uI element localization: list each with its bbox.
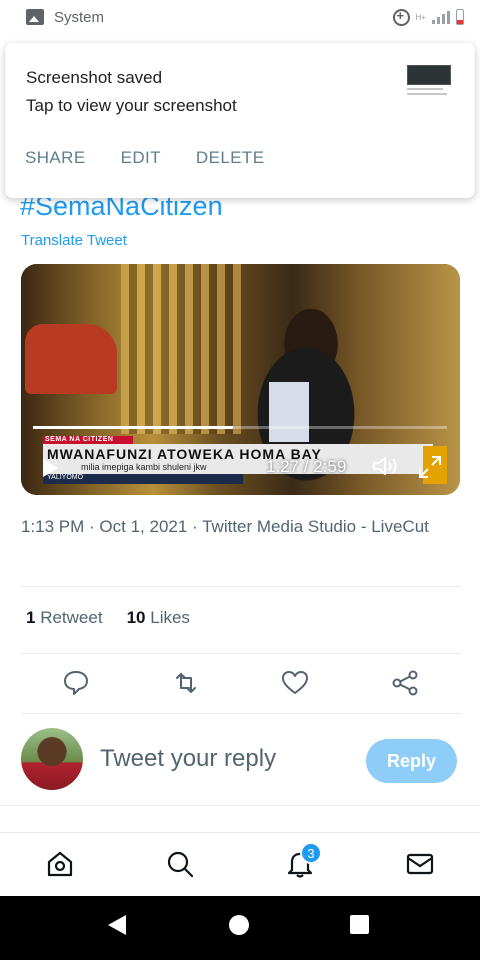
back-button[interactable] (108, 915, 126, 935)
video-progress-fill (33, 426, 234, 429)
reply-row: Tweet your reply Reply (0, 728, 480, 792)
comment-icon[interactable] (61, 668, 91, 698)
search-icon[interactable] (165, 849, 195, 879)
share-action-button[interactable]: SHARE (25, 148, 86, 168)
notification-actions: SHARE EDIT DELETE (25, 148, 299, 168)
system-navigation-bar (0, 896, 480, 960)
data-saver-icon (392, 8, 410, 26)
image-icon (26, 9, 44, 25)
divider (21, 713, 461, 714)
volume-icon[interactable] (371, 454, 401, 478)
video-progress-bar[interactable] (33, 426, 447, 429)
retweet-count[interactable]: 1 Retweet (26, 608, 103, 628)
reply-input[interactable]: Tweet your reply (100, 745, 276, 773)
likes-count[interactable]: 10 Likes (127, 608, 190, 628)
network-type-label: H+ (415, 12, 426, 22)
translate-tweet-link[interactable]: Translate Tweet (21, 232, 127, 249)
edit-action-button[interactable]: EDIT (121, 148, 161, 168)
screenshot-notification[interactable]: Screenshot saved Tap to view your screen… (5, 43, 475, 198)
retweet-icon[interactable] (171, 668, 201, 698)
notifications-badge: 3 (300, 842, 322, 864)
status-indicators: H+ (392, 8, 464, 26)
home-icon[interactable] (45, 849, 75, 879)
video-time: 1:27 / 2:59 (266, 457, 347, 476)
screenshot-thumbnail[interactable] (407, 65, 451, 111)
mail-icon[interactable] (405, 849, 435, 879)
divider (21, 586, 461, 587)
share-icon[interactable] (390, 668, 420, 698)
fullscreen-icon[interactable] (417, 454, 443, 480)
notification-text[interactable]: Tap to view your screenshot (26, 96, 237, 116)
heart-icon[interactable] (280, 668, 310, 698)
reply-button[interactable]: Reply (366, 739, 457, 783)
signal-icon (432, 10, 450, 24)
video-player[interactable]: SEMA NA CITIZEN MWANAFUNZI ATOWEKA HOMA … (21, 264, 460, 495)
avatar[interactable] (21, 728, 83, 790)
home-button[interactable] (229, 915, 249, 935)
recent-apps-button[interactable] (350, 915, 369, 934)
bottom-nav (0, 832, 480, 896)
notification-title: Screenshot saved (26, 68, 163, 87)
battery-icon (456, 9, 464, 25)
play-icon[interactable] (43, 459, 58, 477)
divider (21, 653, 461, 654)
ticker-header: SEMA NA CITIZEN (45, 436, 114, 443)
status-app-name: System (54, 8, 105, 26)
tweet-counts: 1 Retweet 10 Likes (26, 608, 190, 628)
ticker-subtext: milia imepiga kambi shuleni jkw (81, 462, 207, 472)
tweet-actions (0, 668, 480, 698)
divider (0, 805, 480, 806)
delete-action-button[interactable]: DELETE (196, 148, 265, 168)
tweet-meta: 1:13 PM · Oct 1, 2021 · Twitter Media St… (21, 517, 429, 536)
status-bar: System H+ (0, 0, 480, 34)
